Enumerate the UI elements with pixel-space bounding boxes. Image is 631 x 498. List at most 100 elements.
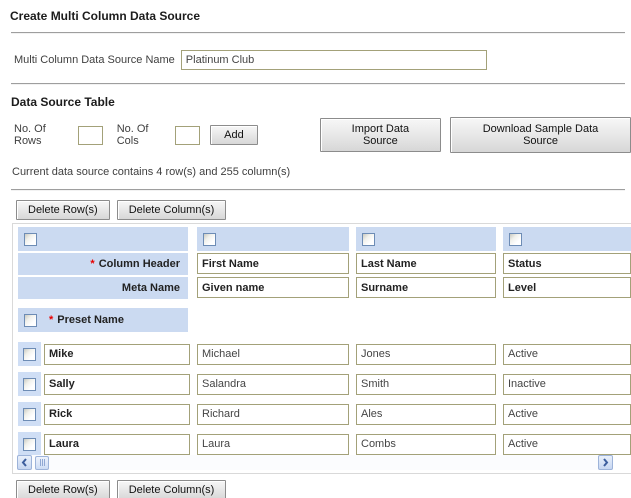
value-cell <box>197 343 349 365</box>
preset-name-input[interactable] <box>44 403 190 425</box>
value-cell <box>356 343 496 365</box>
cell-value-input[interactable] <box>503 373 631 395</box>
value-cell <box>356 433 496 455</box>
value-cell <box>503 343 631 365</box>
cell-value-input[interactable] <box>197 403 349 425</box>
add-button[interactable]: Add <box>210 125 258 145</box>
delete-rows-button-bottom[interactable]: Delete Row(s) <box>16 480 110 498</box>
delete-columns-button-bottom[interactable]: Delete Column(s) <box>116 480 227 498</box>
import-data-source-button[interactable]: Import Data Source <box>319 118 442 152</box>
cell-value-input[interactable] <box>356 403 496 425</box>
cell-value-input[interactable] <box>503 433 631 455</box>
column-header-cell <box>503 253 631 275</box>
cell-value-input[interactable] <box>503 343 631 365</box>
row-select-checkbox[interactable] <box>23 377 36 391</box>
data-rows <box>18 342 631 456</box>
column-header-input[interactable] <box>356 253 496 274</box>
cell-value-input[interactable] <box>197 373 349 395</box>
meta-name-cell <box>197 277 349 299</box>
grid-actions-top: Delete Row(s) Delete Column(s) <box>0 191 631 220</box>
column-select-checkbox[interactable] <box>362 232 375 246</box>
scroll-right-button[interactable] <box>598 455 613 470</box>
required-marker: * <box>49 314 54 326</box>
cell-value-input[interactable] <box>356 433 496 455</box>
column-select-cell <box>503 227 631 251</box>
preset-name-row: * Preset Name <box>18 308 631 332</box>
meta-name-label-cell: Meta Name <box>18 277 188 299</box>
horizontal-scrollbar <box>17 455 613 470</box>
meta-name-input[interactable] <box>503 277 631 298</box>
preset-cell <box>18 402 190 426</box>
meta-name-input[interactable] <box>197 277 349 298</box>
preset-name-input[interactable] <box>44 433 190 455</box>
cell-value-input[interactable] <box>197 433 349 455</box>
data-source-grid: * Column Header Meta Name * Preset Name <box>12 223 631 474</box>
cell-value-input[interactable] <box>356 343 496 365</box>
delete-columns-button-top[interactable]: Delete Column(s) <box>116 200 227 220</box>
meta-name-label: Meta Name <box>121 282 180 294</box>
column-header-cell <box>197 253 349 275</box>
value-cell <box>503 373 631 395</box>
row-select-strip <box>18 432 41 456</box>
value-cell <box>356 403 496 425</box>
preset-name-header-cell: * Preset Name <box>18 308 188 332</box>
meta-name-input[interactable] <box>356 277 496 298</box>
table-row <box>18 432 631 456</box>
table-row <box>18 372 631 396</box>
column-select-checkbox[interactable] <box>509 232 522 246</box>
delete-rows-button-top[interactable]: Delete Row(s) <box>16 200 110 220</box>
scrollbar-thumb[interactable] <box>35 455 49 470</box>
table-row <box>18 342 631 366</box>
value-cell <box>356 373 496 395</box>
data-source-table-heading: Data Source Table <box>11 95 115 109</box>
row-select-checkbox[interactable] <box>23 437 36 451</box>
datasource-name-label: Multi Column Data Source Name <box>14 54 175 66</box>
cell-value-input[interactable] <box>197 343 349 365</box>
value-cell <box>197 403 349 425</box>
data-source-status-text: Current data source contains 4 row(s) an… <box>12 166 291 178</box>
select-all-checkbox[interactable] <box>24 232 37 246</box>
download-sample-data-source-button[interactable]: Download Sample Data Source <box>450 117 631 153</box>
select-all-cell <box>18 227 188 251</box>
cols-count-input[interactable] <box>175 125 201 145</box>
chevron-right-icon <box>603 458 609 467</box>
meta-name-row: Meta Name <box>18 277 631 299</box>
column-header-cell <box>356 253 496 275</box>
required-marker: * <box>90 258 95 270</box>
cell-value-input[interactable] <box>503 403 631 425</box>
preset-name-label: Preset Name <box>57 314 124 326</box>
column-select-checkbox[interactable] <box>203 232 216 246</box>
cols-count-label: No. Of Cols <box>116 123 149 147</box>
preset-cell <box>18 342 190 366</box>
preset-cell <box>18 372 190 396</box>
row-select-checkbox[interactable] <box>23 407 36 421</box>
datasource-name-row: Multi Column Data Source Name <box>0 34 631 70</box>
preset-name-input[interactable] <box>44 373 190 395</box>
meta-name-cell <box>503 277 631 299</box>
column-header-label: Column Header <box>98 258 180 270</box>
value-cell <box>197 433 349 455</box>
page-title: Create Multi Column Data Source <box>10 9 201 23</box>
row-select-strip <box>18 342 41 366</box>
meta-name-cell <box>356 277 496 299</box>
column-select-cell <box>197 227 349 251</box>
rows-count-input[interactable] <box>77 125 103 145</box>
datasource-name-input[interactable] <box>180 50 487 70</box>
value-cell <box>503 403 631 425</box>
value-cell <box>503 433 631 455</box>
column-header-row: * Column Header <box>18 253 631 275</box>
grid-size-controls: No. Of Rows No. Of Cols Add Import Data … <box>0 109 631 153</box>
row-select-strip <box>18 372 41 396</box>
scroll-left-button[interactable] <box>17 455 32 470</box>
column-select-row <box>18 227 631 251</box>
table-row <box>18 402 631 426</box>
cell-value-input[interactable] <box>356 373 496 395</box>
preset-select-all-checkbox[interactable] <box>24 313 37 327</box>
column-header-input[interactable] <box>197 253 349 274</box>
row-select-checkbox[interactable] <box>23 347 36 361</box>
row-select-strip <box>18 402 41 426</box>
column-header-input[interactable] <box>503 253 631 274</box>
preset-name-input[interactable] <box>44 343 190 365</box>
chevron-left-icon <box>21 458 27 467</box>
column-header-label-cell: * Column Header <box>18 253 188 275</box>
